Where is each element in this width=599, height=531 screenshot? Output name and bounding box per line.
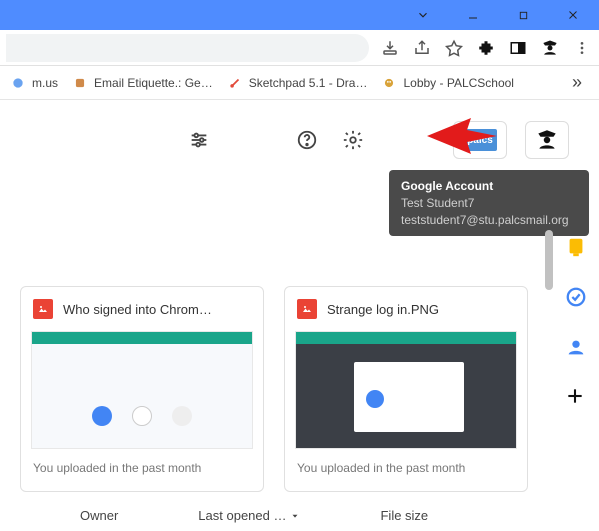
column-filesize[interactable]: File size (380, 508, 428, 523)
bookmark-label: Sketchpad 5.1 - Dra… (249, 76, 368, 90)
file-thumbnail (295, 331, 517, 449)
browser-toolbar (0, 30, 599, 66)
drive-top-controls: palcs (0, 118, 569, 162)
account-tooltip: Google Account Test Student7 teststudent… (389, 170, 589, 236)
favicon-icon (381, 75, 397, 91)
file-subtitle: You uploaded in the past month (285, 449, 527, 487)
window-close-button[interactable] (553, 2, 593, 28)
sidepanel-icon[interactable] (507, 37, 529, 59)
tab-dropdown-button[interactable] (403, 2, 443, 28)
column-owner[interactable]: Owner (80, 508, 118, 523)
tasks-icon[interactable] (565, 286, 587, 308)
file-title: Strange log in.PNG (327, 302, 515, 317)
star-icon[interactable] (443, 37, 465, 59)
window-minimize-button[interactable] (453, 2, 493, 28)
side-panel (559, 236, 593, 408)
install-icon[interactable] (379, 37, 401, 59)
favicon-icon (72, 75, 88, 91)
tooltip-name: Test Student7 (401, 195, 577, 212)
favicon-icon (227, 75, 243, 91)
bookmarks-bar: m.us Email Etiquette.: Ge… Sketchpad 5.1… (0, 66, 599, 100)
page-content: palcs Google Account Test Student7 tests… (0, 100, 599, 531)
bookmark-label: Email Etiquette.: Ge… (94, 76, 213, 90)
image-file-icon (33, 299, 53, 319)
file-subtitle: You uploaded in the past month (21, 449, 263, 487)
bookmark-item[interactable]: m.us (10, 75, 58, 91)
image-file-icon (297, 299, 317, 319)
bookmarks-overflow-button[interactable]: » (565, 72, 589, 93)
tooltip-title: Google Account (401, 178, 577, 195)
bookmark-item[interactable]: Lobby - PALCSchool (381, 75, 514, 91)
file-card[interactable]: Who signed into Chrom… You uploaded in t… (20, 286, 264, 492)
column-sort-label: Last opened … (198, 508, 286, 523)
scrollbar-thumb[interactable] (545, 230, 553, 290)
bookmark-label: Lobby - PALCSchool (403, 76, 514, 90)
omnibox[interactable] (6, 34, 369, 62)
column-sort[interactable]: Last opened … (198, 508, 300, 523)
window-maximize-button[interactable] (503, 2, 543, 28)
org-logo-label: palcs (463, 129, 497, 151)
contacts-icon[interactable] (565, 336, 587, 358)
tune-icon[interactable] (185, 126, 213, 154)
browser-menu-icon[interactable] (571, 37, 593, 59)
list-column-headers: Owner Last opened … File size (80, 508, 539, 523)
bookmark-label: m.us (32, 76, 58, 90)
help-icon[interactable] (293, 126, 321, 154)
tooltip-email: teststudent7@stu.palcsmail.org (401, 212, 577, 229)
bookmark-item[interactable]: Sketchpad 5.1 - Dra… (227, 75, 368, 91)
file-title: Who signed into Chrom… (63, 302, 251, 317)
browser-profile-icon[interactable] (539, 37, 561, 59)
extensions-icon[interactable] (475, 37, 497, 59)
chevron-down-icon (290, 511, 300, 521)
file-card[interactable]: Strange log in.PNG You uploaded in the p… (284, 286, 528, 492)
account-avatar-button[interactable] (525, 121, 569, 159)
share-icon[interactable] (411, 37, 433, 59)
settings-icon[interactable] (339, 126, 367, 154)
bookmark-item[interactable]: Email Etiquette.: Ge… (72, 75, 213, 91)
addons-plus-icon[interactable] (565, 386, 587, 408)
org-logo[interactable]: palcs (453, 121, 507, 159)
file-thumbnail (31, 331, 253, 449)
keep-icon[interactable] (565, 236, 587, 258)
file-card-list: Who signed into Chrom… You uploaded in t… (20, 286, 528, 492)
window-titlebar (0, 0, 599, 30)
favicon-icon (10, 75, 26, 91)
